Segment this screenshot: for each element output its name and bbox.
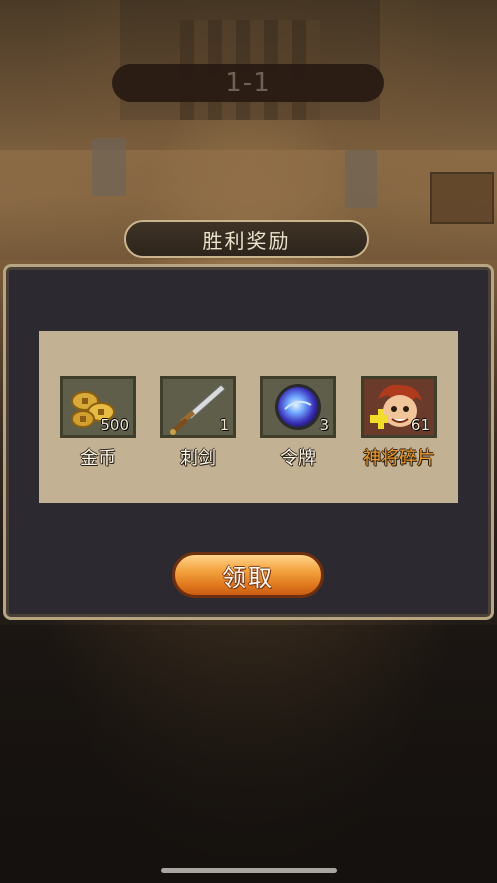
reward-item-hero-fragment[interactable]: 61 神将碎片 bbox=[361, 376, 437, 470]
stone-lantern-left bbox=[92, 138, 126, 196]
background-gate bbox=[120, 0, 380, 120]
home-indicator[interactable] bbox=[161, 868, 337, 873]
reward-item-sword[interactable]: 1 刺剑 bbox=[160, 376, 236, 470]
level-label: 1-1 bbox=[225, 68, 271, 98]
item-name: 刺剑 bbox=[180, 448, 216, 469]
stone-lantern-right bbox=[345, 150, 377, 208]
item-name: 令牌 bbox=[280, 448, 316, 469]
level-indicator: 1-1 bbox=[112, 64, 384, 102]
reward-title: 胜利奖励 bbox=[202, 228, 291, 253]
claim-button-label: 领取 bbox=[222, 563, 274, 592]
item-slot: 500 bbox=[60, 376, 136, 438]
background-crate bbox=[430, 172, 494, 224]
background-shadow bbox=[0, 625, 497, 883]
claim-button[interactable]: 领取 bbox=[172, 552, 324, 598]
item-quantity: 1 bbox=[219, 416, 229, 434]
reward-item-token[interactable]: 3 令牌 bbox=[260, 376, 336, 470]
item-slot: 61 bbox=[361, 376, 437, 438]
item-name: 金币 bbox=[80, 448, 116, 469]
item-slot: 1 bbox=[160, 376, 236, 438]
item-slot: 3 bbox=[260, 376, 336, 438]
reward-title-banner: 胜利奖励 bbox=[124, 220, 369, 258]
item-quantity: 61 bbox=[410, 416, 430, 434]
item-quantity: 3 bbox=[319, 416, 329, 434]
item-name: 神将碎片 bbox=[363, 448, 435, 469]
reward-item-gold[interactable]: 500 金币 bbox=[60, 376, 136, 470]
item-quantity: 500 bbox=[100, 416, 129, 434]
